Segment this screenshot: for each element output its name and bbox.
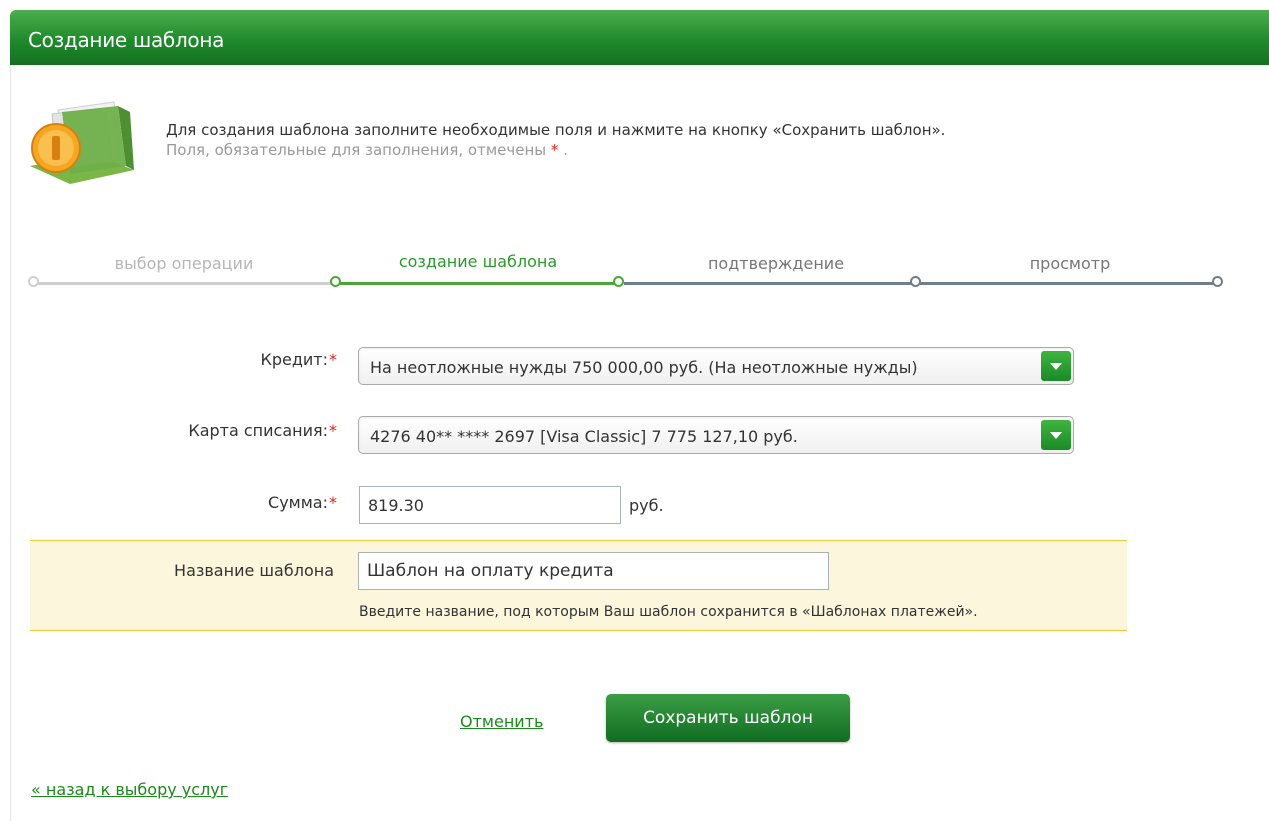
card-label: Карта списания:* [137,421,337,440]
save-template-button[interactable]: Сохранить шаблон [606,694,850,742]
amount-currency: руб. [629,496,664,515]
chevron-down-icon[interactable] [1041,420,1071,450]
back-to-services-link[interactable]: « назад к выбору услуг [31,780,228,799]
intro-text-required-note: Поля, обязательные для заполнения, отмеч… [166,140,945,160]
page-header: Создание шаблона [10,10,1269,65]
step-label-confirmation: подтверждение [707,254,845,273]
amount-input[interactable] [359,486,621,524]
content-border [10,65,11,821]
card-select-value: 4276 40** **** 2697 [Visa Classic] 7 775… [370,427,798,446]
step-dot-3 [613,276,624,287]
step-label-create-template: создание шаблона [398,252,558,271]
step-line-4 [920,282,1216,285]
step-label-view: просмотр [1029,254,1111,273]
step-label-select-operation: выбор операции [114,254,254,273]
required-note-text: Поля, обязательные для заполнения, отмеч… [166,141,547,159]
cancel-link[interactable]: Отменить [460,712,543,731]
step-dot-1 [28,276,39,287]
step-dot-2 [330,276,341,287]
card-select[interactable]: 4276 40** **** 2697 [Visa Classic] 7 775… [358,416,1074,454]
required-note-period: . [563,141,568,159]
page-title: Создание шаблона [28,28,225,52]
intro-text-main: Для создания шаблона заполните необходим… [166,121,946,139]
template-name-label: Название шаблона [174,561,334,580]
amount-label: Сумма:* [137,493,337,512]
required-asterisk: * [329,350,337,369]
intro-instructions: Для создания шаблона заполните необходим… [166,120,945,160]
credit-label: Кредит:* [137,350,337,369]
credit-select[interactable]: На неотложные нужды 750 000,00 руб. (На … [358,347,1074,385]
step-line-2 [340,282,618,285]
template-name-input[interactable] [358,552,829,590]
credit-label-text: Кредит: [260,350,328,369]
required-asterisk: * [329,493,337,512]
amount-label-text: Сумма: [268,493,328,512]
step-line-1 [38,282,334,285]
card-label-text: Карта списания: [188,421,328,440]
template-folder-icon [30,101,134,184]
required-asterisk: * [550,141,559,159]
step-line-3 [624,282,914,285]
required-asterisk: * [329,421,337,440]
step-dot-5 [1212,276,1223,287]
credit-select-value: На неотложные нужды 750 000,00 руб. (На … [370,358,918,377]
step-dot-4 [910,276,921,287]
template-name-hint: Введите название, под которым Ваш шаблон… [359,604,978,620]
chevron-down-icon[interactable] [1041,351,1071,381]
